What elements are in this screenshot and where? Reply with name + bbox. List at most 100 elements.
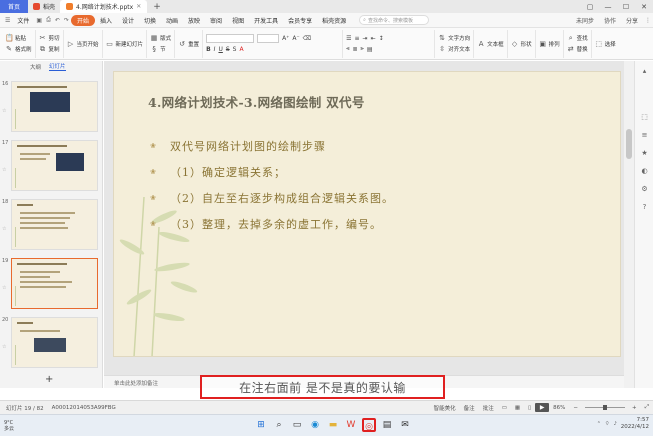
zoom-level[interactable]: 86%: [549, 405, 569, 411]
mail-icon[interactable]: ✉: [398, 418, 412, 432]
layout-button[interactable]: ▦ 版式: [150, 33, 171, 44]
settings-icon[interactable]: ⚙: [640, 185, 649, 194]
slide-thumbnail-selected[interactable]: [11, 258, 98, 309]
current-slide[interactable]: 4.网络计划技术-3.网络图绘制 双代号 ❀ 双代号网络计划图的绘制步骤 ❀ （…: [113, 71, 621, 357]
menu-developer[interactable]: 开发工具: [249, 16, 283, 25]
menu-transition[interactable]: 切换: [139, 16, 161, 25]
help-icon[interactable]: ?: [640, 203, 649, 212]
tab-document[interactable]: 4.网络计划技术.pptx ✕: [60, 0, 148, 13]
menu-member[interactable]: 会员专享: [283, 16, 317, 25]
bullet-list-icon[interactable]: ☰: [346, 35, 351, 42]
thumb-row[interactable]: 20 ☆: [0, 317, 103, 371]
properties-icon[interactable]: ≡: [640, 131, 649, 140]
new-tab-button[interactable]: +: [147, 2, 167, 12]
align-right-icon[interactable]: ⫸: [361, 45, 364, 53]
wps-icon[interactable]: W: [344, 418, 358, 432]
indent-icon[interactable]: ⇥: [363, 35, 368, 42]
play-slideshow-button[interactable]: ▶: [535, 403, 550, 412]
scroll-thumb[interactable]: [626, 129, 632, 159]
more-icon[interactable]: ⋮: [643, 17, 653, 24]
menu-animation[interactable]: 动画: [161, 16, 183, 25]
shadow-icon[interactable]: S: [233, 46, 237, 53]
edge-browser-icon[interactable]: ◉: [308, 418, 322, 432]
design-pane-icon[interactable]: ◐: [640, 167, 649, 176]
select-button[interactable]: ⬚ 选择: [595, 38, 615, 49]
justify-icon[interactable]: ▤: [367, 46, 373, 53]
select-pane-icon[interactable]: ⬚: [640, 113, 649, 122]
hamburger-icon[interactable]: ☰: [3, 17, 12, 24]
menu-design[interactable]: 设计: [117, 16, 139, 25]
collaborate-button[interactable]: 协作: [599, 16, 621, 25]
play-from-current-button[interactable]: ▷ 当页开始: [67, 38, 99, 49]
undo-icon[interactable]: ↶: [53, 17, 62, 24]
slide-thumbnail[interactable]: [11, 317, 98, 368]
slide-thumbnail[interactable]: [11, 81, 98, 132]
redo-icon[interactable]: ↷: [62, 17, 71, 24]
menu-file[interactable]: 文件: [12, 16, 34, 25]
slide-text-line[interactable]: （1）确定逻辑关系；: [170, 164, 286, 180]
reading-view-icon[interactable]: ▯: [524, 405, 535, 411]
align-left-icon[interactable]: ⫷: [346, 45, 349, 53]
number-list-icon[interactable]: ≡: [354, 35, 359, 42]
sync-status[interactable]: 未同步: [571, 16, 599, 25]
copy-button[interactable]: ⧉ 复制: [39, 44, 60, 55]
animation-pane-icon[interactable]: ★: [640, 149, 649, 158]
notes-toggle[interactable]: 备注: [460, 404, 479, 412]
slide-thumbnail[interactable]: [11, 140, 98, 191]
fit-window-icon[interactable]: ⤢: [641, 404, 653, 411]
font-size-select[interactable]: [257, 33, 280, 43]
recorder-app-icon[interactable]: ◎: [362, 418, 376, 432]
normal-view-icon[interactable]: ▭: [498, 405, 511, 411]
arrange-button[interactable]: ▣ 排列: [539, 38, 559, 49]
section-button[interactable]: § 节: [150, 44, 171, 55]
add-slide-button[interactable]: +: [45, 374, 53, 385]
cut-button[interactable]: ✂ 剪切: [39, 33, 60, 44]
minimize-icon[interactable]: —: [599, 3, 617, 11]
format-painter-button[interactable]: ✎ 格式刷: [5, 44, 31, 55]
tab-docer[interactable]: 稻壳: [28, 0, 60, 13]
window-menu-icon[interactable]: ▢: [581, 3, 599, 11]
vertical-scrollbar[interactable]: [624, 61, 634, 388]
print-icon[interactable]: ⎙: [44, 16, 53, 24]
reset-button[interactable]: ↺ 重置: [178, 38, 199, 49]
shapes-button[interactable]: ◇ 形状: [511, 38, 532, 49]
slide-title[interactable]: 4.网络计划技术-3.网络图绘制 双代号: [148, 92, 365, 111]
font-color-icon[interactable]: A: [239, 46, 243, 53]
paste-button[interactable]: 📋 粘贴: [5, 33, 32, 44]
zoom-slider[interactable]: [584, 405, 625, 410]
underline-icon[interactable]: U: [218, 46, 222, 53]
grow-font-icon[interactable]: A⁺: [282, 35, 289, 42]
slide-text-line[interactable]: （3）整理，去掉多余的虚工作，编号。: [170, 216, 382, 232]
menu-insert[interactable]: 插入: [95, 16, 117, 25]
italic-icon[interactable]: I: [214, 46, 216, 53]
font-family-select[interactable]: [206, 33, 255, 43]
new-slide-button[interactable]: ▭ 新建幻灯片: [106, 38, 143, 49]
chevron-up-icon[interactable]: ⌃: [597, 421, 601, 427]
tab-home[interactable]: 首页: [0, 0, 29, 13]
smart-beautify-button[interactable]: 智能美化: [430, 404, 460, 412]
menu-view[interactable]: 视图: [227, 16, 249, 25]
search-icon[interactable]: ⌕: [272, 418, 286, 432]
thumb-row[interactable]: 19 ☆: [0, 258, 103, 312]
textbox-button[interactable]: A 文本框: [477, 38, 504, 49]
bold-icon[interactable]: B: [206, 46, 211, 53]
maximize-icon[interactable]: ☐: [617, 3, 635, 11]
sorter-view-icon[interactable]: ▦: [511, 405, 524, 411]
task-view-icon[interactable]: ▭: [290, 418, 304, 432]
collapse-icon[interactable]: ▴: [640, 67, 649, 76]
save-icon[interactable]: ▣: [34, 17, 44, 24]
volume-icon[interactable]: ♪: [614, 421, 617, 427]
outdent-icon[interactable]: ⇤: [371, 35, 376, 42]
close-window-icon[interactable]: ✕: [635, 3, 653, 11]
zoom-in-icon[interactable]: +: [628, 405, 641, 411]
menu-docer-resources[interactable]: 稻壳资源: [317, 16, 351, 25]
clear-format-icon[interactable]: ⌫: [303, 35, 311, 42]
thumb-row[interactable]: 18 ☆: [0, 199, 103, 253]
share-button[interactable]: 分享: [621, 16, 643, 25]
close-tab-icon[interactable]: ✕: [136, 3, 141, 10]
thumb-row[interactable]: 16 ☆: [0, 81, 103, 135]
shrink-font-icon[interactable]: A⁻: [292, 35, 299, 42]
slide-text-line[interactable]: （2）自左至右逐步构成组合逻辑关系图。: [170, 190, 394, 206]
thumb-row[interactable]: 17 ☆: [0, 140, 103, 194]
slide-text-line[interactable]: 双代号网络计划图的绘制步骤: [170, 138, 326, 154]
